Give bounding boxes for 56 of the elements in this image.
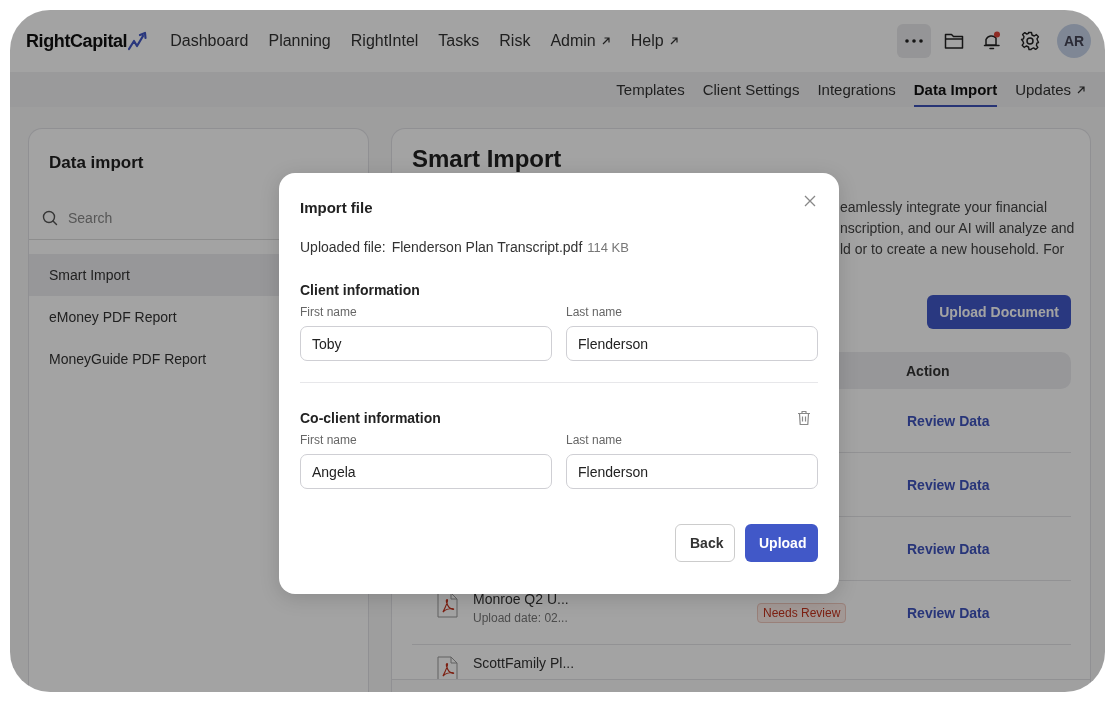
close-icon [804,195,816,207]
field-label: First name [300,433,358,447]
review-data-link[interactable]: Review Data [907,476,990,493]
review-data-link[interactable]: Review Data [907,540,990,557]
file-name: ScottFamily Pl... [473,654,575,671]
field-label: Last name [566,305,624,319]
external-link-icon [668,36,679,46]
review-data-link[interactable]: Review Data [907,412,990,429]
field-label: First name [300,305,358,319]
sub-nav-tab[interactable]: Client Settings [702,72,800,107]
upload-date: Upload date: 02... [473,610,569,625]
sidebar-title: Data import [48,152,145,173]
nav-link[interactable]: Tasks [438,32,480,50]
description-text: eamlessly integrate your financial [840,198,1048,217]
review-data-link[interactable]: Review Data [907,604,990,621]
delete-button[interactable] [797,410,811,426]
search-icon [42,210,58,226]
pdf-file-icon [437,655,459,682]
settings-icon [1020,31,1040,51]
nav-link[interactable]: Help [630,32,679,50]
sub-nav-tab[interactable]: Templates [616,72,685,107]
nav-link[interactable]: RightIntel [350,32,419,50]
field-label: Last name [566,433,624,447]
more-button[interactable] [897,24,931,58]
sub-nav-tab[interactable]: Updates [1015,72,1086,107]
external-link-icon [1076,84,1086,95]
nav-link[interactable]: Risk [499,32,531,50]
trash-icon [797,410,811,426]
column-header: Action [906,362,951,379]
more-icon [905,39,923,43]
upload-button[interactable]: Upload [745,524,818,562]
text-field[interactable]: Toby [300,326,552,361]
external-link-icon [600,36,611,46]
file-name: Flenderson Plan Transcript.pdf [391,239,583,255]
text-field[interactable]: Angela [300,454,552,489]
section-title: Co-client information [300,410,441,426]
folder-icon [944,32,964,50]
status-badge: Needs Review [757,602,847,623]
nav-link[interactable]: Planning [268,32,331,50]
logo-text: RightCapital [26,30,128,52]
sub-nav-tab[interactable]: Data Import [913,72,998,107]
file-size: 114 KB [587,240,629,255]
back-button[interactable]: Back [675,524,735,562]
nav-link[interactable]: Admin [550,32,611,50]
description-text: ld or to create a new household. For [840,240,1066,259]
text-field[interactable]: Flenderson [566,454,818,489]
uploaded-file-label: Uploaded file: [300,239,386,255]
nav-link[interactable]: Dashboard [170,32,249,50]
file-name: Monroe Q2 U... [473,590,569,607]
page-title: Smart Import [412,144,563,174]
dialog-title: Import file [300,198,373,216]
user-avatar[interactable]: AR [1057,24,1091,58]
sub-nav-tab[interactable]: Integrations [817,72,896,107]
close-button[interactable] [803,194,817,208]
upload-document-button[interactable]: Upload Document [927,295,1071,329]
text-field[interactable]: Flenderson [566,326,818,361]
